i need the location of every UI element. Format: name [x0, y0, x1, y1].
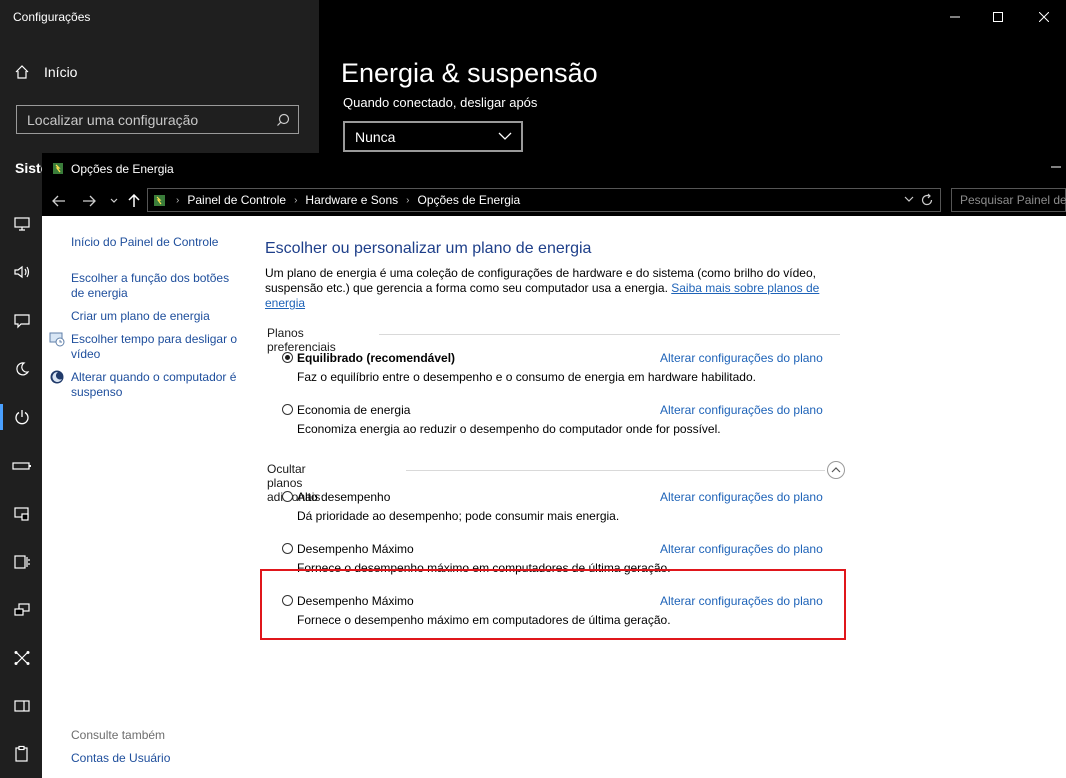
- sleep-moon-icon: [50, 370, 64, 384]
- sleep-timeout-dropdown[interactable]: Nunca: [343, 121, 523, 152]
- back-arrow-icon[interactable]: [52, 193, 66, 209]
- display-icon[interactable]: [9, 214, 35, 234]
- collapse-additional-plans-button[interactable]: [827, 461, 845, 479]
- sidebar-link-control-panel-home[interactable]: Início do Painel de Controle: [71, 235, 241, 250]
- control-panel-search-input[interactable]: [952, 189, 1066, 211]
- plan-description: Economiza energia ao reduzir o desempenh…: [297, 422, 721, 436]
- chevron-down-icon: [498, 132, 512, 140]
- focus-assist-moon-icon[interactable]: [9, 359, 35, 379]
- breadcrumb-power-options[interactable]: Opções de Energia: [417, 193, 520, 207]
- plan-name: Equilibrado (recomendável): [297, 351, 456, 365]
- tasks-sidebar: Início do Painel de Controle Escolher a …: [42, 216, 252, 778]
- close-icon[interactable]: [1033, 6, 1055, 28]
- plan-radio-balanced[interactable]: [282, 352, 293, 363]
- clock-display-icon: [49, 332, 65, 347]
- search-icon[interactable]: [276, 113, 290, 127]
- plan-name: Economia de energia: [297, 403, 411, 417]
- power-options-app-icon: [53, 163, 63, 174]
- breadcrumb-separator-icon: ›: [406, 194, 410, 206]
- sidebar-link-display-off-time[interactable]: Escolher tempo para desligar o vídeo: [71, 332, 241, 362]
- change-plan-settings-link[interactable]: Alterar configurações do plano: [660, 403, 823, 417]
- plugged-in-sleep-label: Quando conectado, desligar após: [343, 95, 538, 110]
- sidebar-link-power-buttons[interactable]: Escolher a função dos botões de energia: [71, 271, 241, 301]
- home-icon: [15, 65, 29, 79]
- maximize-icon[interactable]: [987, 6, 1009, 28]
- sidebar-link-user-accounts[interactable]: Contas de Usuário: [71, 751, 241, 766]
- sleep-timeout-value: Nunca: [355, 128, 396, 145]
- breadcrumb-control-panel[interactable]: Painel de Controle: [187, 193, 286, 207]
- control-panel-search-box[interactable]: [951, 188, 1066, 212]
- settings-search-box[interactable]: [16, 105, 299, 134]
- power-options-window: Opções de Energia › Painel de Controle ›…: [42, 153, 1066, 778]
- sidebar-link-sleep-time[interactable]: Alterar quando o computador é suspenso: [71, 370, 241, 400]
- active-nav-indicator: [0, 404, 3, 430]
- settings-window-title: Configurações: [13, 10, 91, 24]
- settings-search-input[interactable]: [17, 106, 277, 133]
- breadcrumb-separator-icon: ›: [176, 194, 180, 206]
- power-icon[interactable]: [9, 407, 35, 427]
- refresh-icon[interactable]: [920, 193, 934, 207]
- battery-icon[interactable]: [9, 456, 35, 476]
- address-bar[interactable]: › Painel de Controle › Hardware e Sons ›…: [147, 188, 941, 212]
- breadcrumb-hardware-sound[interactable]: Hardware e Sons: [305, 193, 398, 207]
- plan-radio-ultimate-performance[interactable]: [282, 543, 293, 554]
- see-also-heading: Consulte também: [71, 728, 166, 742]
- control-panel-small-icon: [154, 195, 165, 206]
- highlight-annotation-box: [260, 569, 846, 640]
- chevron-up-icon: [831, 467, 841, 473]
- change-plan-settings-link[interactable]: Alterar configurações do plano: [660, 490, 823, 504]
- projecting-icon[interactable]: [9, 696, 35, 716]
- page-description: Um plano de energia é uma coleção de con…: [265, 266, 825, 311]
- group-divider: [406, 470, 825, 471]
- storage-icon[interactable]: [9, 504, 35, 524]
- change-plan-settings-link[interactable]: Alterar configurações do plano: [660, 351, 823, 365]
- plan-description: Faz o equilíbrio entre o desempenho e o …: [297, 370, 756, 384]
- sound-icon[interactable]: [9, 262, 35, 282]
- shared-experiences-icon[interactable]: [9, 648, 35, 668]
- plan-name: Desempenho Máximo: [297, 542, 414, 556]
- power-options-window-title: Opções de Energia: [71, 162, 174, 176]
- multitasking-icon[interactable]: [9, 600, 35, 620]
- plan-radio-power-saver[interactable]: [282, 404, 293, 415]
- clipboard-icon[interactable]: [9, 744, 35, 764]
- plan-name: Alto desempenho: [297, 490, 391, 504]
- navigation-bar: › Painel de Controle › Hardware e Sons ›…: [42, 184, 1066, 216]
- preferred-plans-heading: Planos preferenciais: [267, 326, 336, 354]
- home-label: Início: [44, 64, 78, 80]
- address-dropdown-chevron-icon[interactable]: [904, 194, 914, 204]
- cp-minimize-icon[interactable]: [1048, 159, 1064, 175]
- change-plan-settings-link[interactable]: Alterar configurações do plano: [660, 542, 823, 556]
- minimize-icon[interactable]: [944, 6, 966, 28]
- settings-page-title: Energia & suspensão: [341, 58, 598, 88]
- sidebar-link-create-plan[interactable]: Criar um plano de energia: [71, 309, 241, 324]
- power-options-titlebar: Opções de Energia: [42, 153, 1066, 184]
- tablet-icon[interactable]: [9, 552, 35, 572]
- forward-arrow-icon[interactable]: [82, 193, 96, 209]
- page-heading: Escolher ou personalizar um plano de ene…: [265, 240, 592, 257]
- recent-locations-chevron-icon[interactable]: [110, 193, 118, 209]
- plan-description: Dá prioridade ao desempenho; pode consum…: [297, 509, 620, 523]
- home-nav-item[interactable]: Início: [14, 64, 77, 80]
- plan-radio-high-performance[interactable]: [282, 491, 293, 502]
- notifications-icon[interactable]: [9, 311, 35, 331]
- group-divider: [379, 334, 840, 335]
- up-arrow-icon[interactable]: [128, 193, 140, 209]
- breadcrumb-separator-icon: ›: [294, 194, 298, 206]
